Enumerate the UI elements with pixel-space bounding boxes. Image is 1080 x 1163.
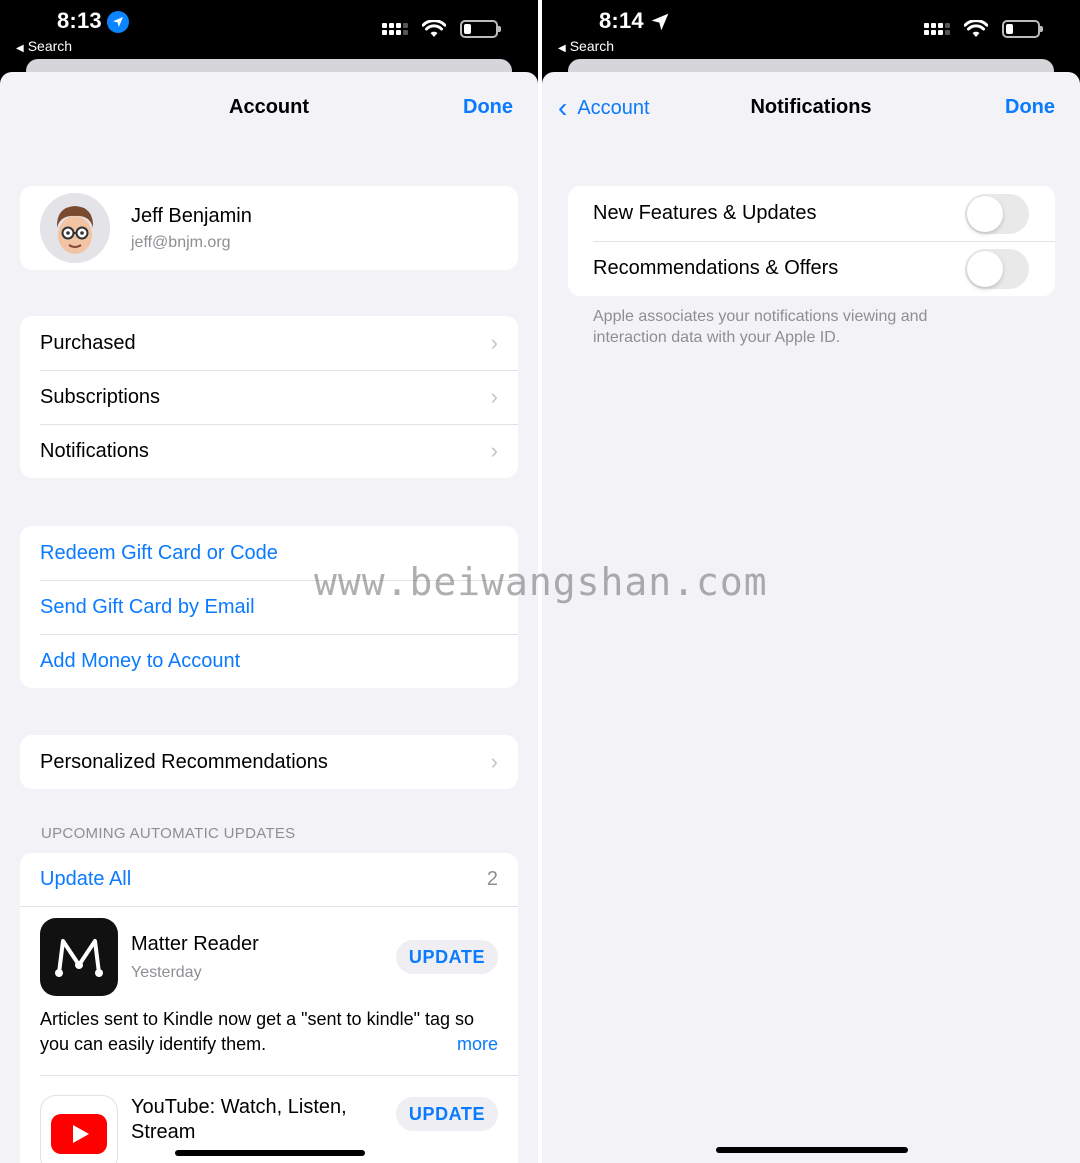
home-indicator[interactable] [175, 1150, 365, 1156]
avatar [40, 193, 110, 263]
menu-item-label: Purchased [40, 331, 136, 354]
back-search-label: Search [569, 38, 615, 54]
menu-item-label: Personalized Recommendations [40, 750, 328, 773]
recommendations-toggle[interactable] [965, 248, 1029, 289]
send-gift-card-link[interactable]: Send Gift Card by Email [20, 580, 518, 634]
right-screen: 8:14 ◀ Search ‹ Account Notifications Don… [542, 0, 1080, 1163]
back-search-label: Search [27, 38, 73, 54]
release-notes: Articles sent to Kindle now get a "sent … [40, 1009, 475, 1054]
app-name: YouTube: Watch, Listen, Stream [131, 1096, 347, 1143]
done-button[interactable]: Done [1005, 96, 1055, 119]
account-sheet: Account Done Jeff Benjamin jeff@bnjm.org… [0, 72, 538, 1163]
app-update-date: Yesterday [131, 963, 202, 981]
menu-item-label: Subscriptions [40, 385, 161, 408]
more-link[interactable]: more [457, 1032, 498, 1057]
youtube-app-icon[interactable] [40, 1095, 118, 1163]
chevron-right-icon: › [490, 438, 498, 463]
chevron-right-icon: › [490, 330, 498, 355]
toggle-row-recommendations: Recommendations & Offers [568, 241, 1055, 296]
profile-card[interactable]: Jeff Benjamin jeff@bnjm.org [20, 186, 518, 270]
home-indicator[interactable] [716, 1147, 908, 1153]
update-button[interactable]: UPDATE [396, 1097, 498, 1131]
back-triangle-icon: ◀ [16, 43, 24, 54]
battery-icon [460, 20, 501, 38]
back-triangle-icon: ◀ [558, 43, 566, 54]
privacy-footer-note: Apple associates your notifications view… [593, 308, 928, 346]
status-time: 8:13 [57, 8, 102, 33]
location-arrow-icon [651, 13, 669, 31]
chevron-right-icon: › [490, 749, 498, 774]
update-count: 2 [486, 868, 498, 890]
redeem-gift-card-link[interactable]: Redeem Gift Card or Code [20, 526, 518, 580]
menu-item-subscriptions[interactable]: Subscriptions › [20, 370, 518, 424]
updates-group: Update All 2 Matter Reader Yesterday UPD… [20, 853, 518, 1163]
page-title: Notifications [750, 96, 872, 118]
toggle-label: New Features & Updates [593, 202, 817, 224]
status-icons [382, 20, 501, 38]
wifi-icon [422, 20, 446, 37]
cellular-signal-icon [924, 23, 950, 35]
app-update-item: Matter Reader Yesterday UPDATE Articles … [20, 907, 518, 1075]
menu-item-label: Notifications [40, 439, 149, 462]
account-menu-group: Purchased › Subscriptions › Notification… [20, 316, 518, 478]
cellular-signal-icon [382, 23, 408, 35]
matter-reader-app-icon[interactable] [40, 918, 118, 996]
personalized-recommendations-item[interactable]: Personalized Recommendations › [20, 735, 518, 789]
location-arrow-icon [107, 11, 129, 33]
status-icons [924, 20, 1043, 38]
menu-item-notifications[interactable]: Notifications › [20, 424, 518, 478]
page-title: Account [229, 96, 309, 118]
profile-email: jeff@bnjm.org [131, 233, 231, 251]
add-money-link[interactable]: Add Money to Account [20, 634, 518, 688]
new-features-toggle[interactable] [965, 193, 1029, 234]
done-button[interactable]: Done [463, 96, 513, 119]
left-screen: 8:13 ◀ Search Account Done Jeff Benjamin… [0, 0, 538, 1163]
updates-section-header: UPCOMING AUTOMATIC UPDATES [41, 825, 296, 842]
toggle-label: Recommendations & Offers [593, 257, 839, 279]
notifications-sheet: ‹ Account Notifications Done New Feature… [542, 72, 1080, 1163]
gift-card-group: Redeem Gift Card or Code Send Gift Card … [20, 526, 518, 688]
profile-name: Jeff Benjamin [131, 204, 252, 227]
menu-item-purchased[interactable]: Purchased › [20, 316, 518, 370]
back-to-search-link[interactable]: ◀ Search [16, 38, 72, 54]
toggle-row-new-features: New Features & Updates [568, 186, 1055, 241]
update-button[interactable]: UPDATE [396, 940, 498, 974]
chevron-right-icon: › [490, 384, 498, 409]
notification-toggles-group: New Features & Updates Recommendations &… [568, 186, 1055, 296]
battery-icon [1002, 20, 1043, 38]
back-to-search-link[interactable]: ◀ Search [558, 38, 614, 54]
wifi-icon [964, 20, 988, 37]
update-all-row: Update All 2 [20, 853, 518, 907]
update-all-button[interactable]: Update All [40, 868, 131, 891]
personalized-group: Personalized Recommendations › [20, 735, 518, 789]
app-name: Matter Reader [131, 932, 259, 955]
status-time: 8:14 [599, 8, 644, 33]
